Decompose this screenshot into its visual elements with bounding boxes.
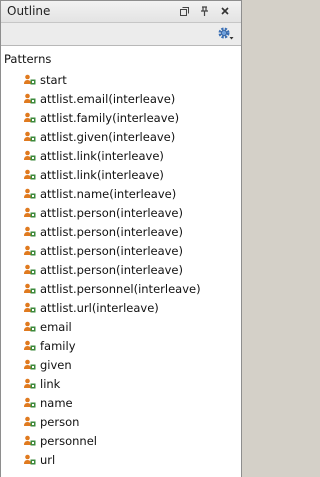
tree-item[interactable]: person bbox=[1, 412, 241, 431]
tree-item-label: email bbox=[40, 319, 72, 334]
tree-item-label: given bbox=[40, 357, 72, 372]
pattern-icon bbox=[23, 434, 37, 448]
tree-item[interactable]: attlist.link(interleave) bbox=[1, 165, 241, 184]
tree-item-label: attlist.url(interleave) bbox=[40, 300, 159, 315]
pattern-icon bbox=[23, 187, 37, 201]
tree-item[interactable]: link bbox=[1, 374, 241, 393]
pattern-icon bbox=[23, 206, 37, 220]
pattern-icon bbox=[23, 396, 37, 410]
panel-title: Outline bbox=[7, 4, 51, 18]
tree-item-label: start bbox=[40, 72, 67, 87]
pattern-icon bbox=[23, 301, 37, 315]
tree-item[interactable]: attlist.family(interleave) bbox=[1, 108, 241, 127]
pattern-icon bbox=[23, 320, 37, 334]
pin-icon[interactable] bbox=[197, 4, 211, 18]
tree-item[interactable]: name bbox=[1, 393, 241, 412]
minimize-icon[interactable] bbox=[177, 4, 191, 18]
pattern-icon bbox=[23, 282, 37, 296]
tree-item[interactable]: attlist.url(interleave) bbox=[1, 298, 241, 317]
tree-item-label: attlist.person(interleave) bbox=[40, 262, 183, 277]
tree-item[interactable]: family bbox=[1, 336, 241, 355]
tree-item-label: attlist.email(interleave) bbox=[40, 91, 176, 106]
tree-item-label: link bbox=[40, 376, 61, 391]
pattern-icon bbox=[23, 168, 37, 182]
tree-item-label: attlist.link(interleave) bbox=[40, 167, 164, 182]
tree-item[interactable]: attlist.link(interleave) bbox=[1, 146, 241, 165]
tree-item-label: attlist.given(interleave) bbox=[40, 129, 176, 144]
outline-panel: Outline Patterns start attlist.email(int… bbox=[0, 0, 242, 477]
pattern-icon bbox=[23, 225, 37, 239]
tree-item[interactable]: attlist.person(interleave) bbox=[1, 203, 241, 222]
tree-item-label: family bbox=[40, 338, 76, 353]
tree-item[interactable]: attlist.name(interleave) bbox=[1, 184, 241, 203]
tree-item-label: attlist.personnel(interleave) bbox=[40, 281, 201, 296]
pattern-icon bbox=[23, 149, 37, 163]
tree-root-patterns[interactable]: Patterns bbox=[4, 52, 51, 66]
tree-item-label: person bbox=[40, 414, 80, 429]
pattern-icon bbox=[23, 130, 37, 144]
tree-item-label: personnel bbox=[40, 433, 97, 448]
tree-item[interactable]: attlist.email(interleave) bbox=[1, 89, 241, 108]
pattern-icon bbox=[23, 415, 37, 429]
tree-item-label: attlist.link(interleave) bbox=[40, 148, 164, 163]
tree-item-label: url bbox=[40, 452, 56, 467]
tree-item[interactable]: attlist.given(interleave) bbox=[1, 127, 241, 146]
tree-item[interactable]: email bbox=[1, 317, 241, 336]
pattern-icon bbox=[23, 339, 37, 353]
tree-item[interactable]: personnel bbox=[1, 431, 241, 450]
tree-item-label: attlist.person(interleave) bbox=[40, 243, 183, 258]
pattern-icon bbox=[23, 92, 37, 106]
tree-item[interactable]: url bbox=[1, 450, 241, 469]
tree-item[interactable]: start bbox=[1, 70, 241, 89]
pattern-list: start attlist.email(interleave) attlist.fa… bbox=[1, 70, 241, 469]
close-icon[interactable] bbox=[218, 4, 232, 18]
pattern-icon bbox=[23, 358, 37, 372]
tree-item-label: attlist.name(interleave) bbox=[40, 186, 177, 201]
pattern-icon bbox=[23, 111, 37, 125]
outline-toolbar bbox=[1, 23, 241, 45]
gear-icon[interactable] bbox=[217, 26, 235, 42]
pattern-icon bbox=[23, 377, 37, 391]
pattern-icon bbox=[23, 244, 37, 258]
title-bar: Outline bbox=[1, 1, 241, 23]
pattern-icon bbox=[23, 263, 37, 277]
tree-item[interactable]: given bbox=[1, 355, 241, 374]
tree-item-label: attlist.person(interleave) bbox=[40, 205, 183, 220]
pattern-icon bbox=[23, 73, 37, 87]
outline-tree: Patterns start attlist.email(interleave) a… bbox=[1, 45, 241, 477]
tree-item[interactable]: attlist.person(interleave) bbox=[1, 241, 241, 260]
tree-item-label: attlist.person(interleave) bbox=[40, 224, 183, 239]
tree-item-label: attlist.family(interleave) bbox=[40, 110, 180, 125]
tree-item-label: name bbox=[40, 395, 73, 410]
pattern-icon bbox=[23, 453, 37, 467]
tree-item[interactable]: attlist.personnel(interleave) bbox=[1, 279, 241, 298]
tree-item[interactable]: attlist.person(interleave) bbox=[1, 260, 241, 279]
tree-item[interactable]: attlist.person(interleave) bbox=[1, 222, 241, 241]
